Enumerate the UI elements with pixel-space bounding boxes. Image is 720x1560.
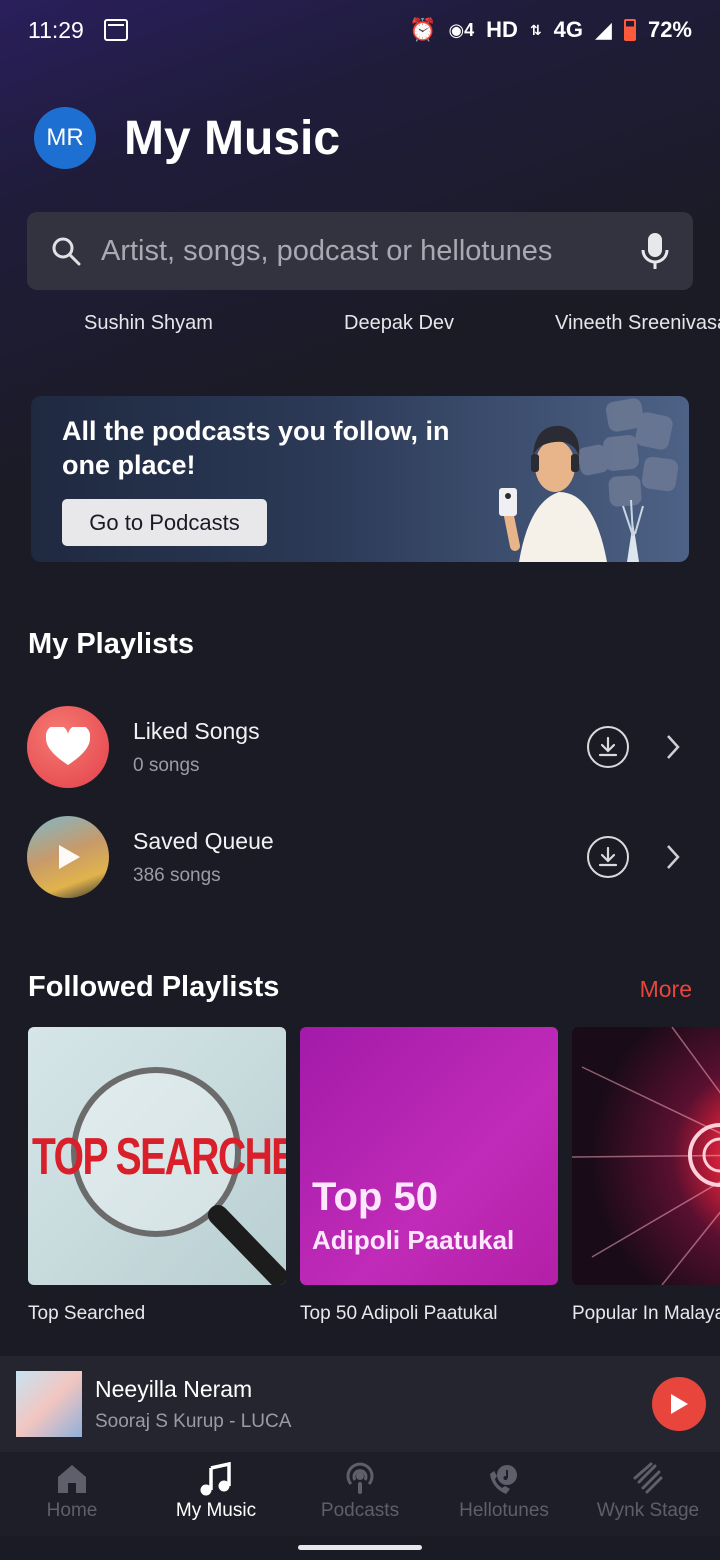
now-playing-artist: Sooraj S Kurup - LUCA — [95, 1410, 292, 1432]
signal-icon: ◢ — [595, 17, 612, 42]
now-playing-song: Neeyilla Neram — [95, 1375, 253, 1402]
battery-level: 72% — [647, 17, 692, 42]
playlist-text: Liked Songs 0 songs — [133, 718, 587, 777]
home-icon — [58, 1465, 86, 1493]
play-icon — [671, 1394, 688, 1414]
popular-art — [572, 1027, 720, 1285]
card-label: Top 50 Adipoli Paatukal — [300, 1303, 498, 1324]
podcast-listener-illustration — [499, 398, 679, 562]
playlist-text: Saved Queue 386 songs — [133, 828, 587, 887]
play-button[interactable] — [652, 1377, 706, 1431]
network-label: HD — [486, 17, 518, 42]
top-50-art-line2: Adipoli Paatukal — [312, 1225, 515, 1255]
status-bar: 11:29 ⏰ ◉4 HD ⇅ 4G ◢ 72% — [0, 0, 720, 60]
data-arrows-icon: ⇅ — [529, 21, 542, 38]
nav-wynk-stage[interactable]: Wynk Stage — [576, 1452, 720, 1536]
nav-label: My Music — [175, 1500, 257, 1521]
nav-podcasts[interactable]: Podcasts — [288, 1452, 432, 1536]
banner-title: All the podcasts you follow, in one plac… — [62, 416, 450, 480]
download-icon — [598, 736, 618, 757]
playlist-card-top-50[interactable]: Top 50 Adipoli Paatukal Top 50 Adipoli P… — [300, 1027, 558, 1325]
status-icons: ⏰ ◉4 HD ⇅ 4G ◢ 72% — [409, 17, 692, 43]
nav-label: Podcasts — [320, 1500, 400, 1521]
nav-label: Home — [46, 1500, 98, 1521]
wynk-stage-icon — [633, 1462, 663, 1494]
podcast-banner[interactable]: All the podcasts you follow, in one plac… — [31, 396, 689, 562]
podcast-icon — [346, 1462, 374, 1494]
liked-songs-thumb — [27, 706, 109, 788]
search-bar[interactable] — [27, 212, 693, 290]
artist-chip[interactable]: Deepak Dev — [344, 312, 454, 335]
play-icon — [59, 845, 80, 869]
status-time: 11:29 — [28, 16, 84, 43]
go-to-podcasts-button[interactable]: Go to Podcasts — [62, 499, 267, 546]
music-burst-illustration — [572, 1027, 720, 1285]
chevron-right-icon[interactable] — [665, 843, 681, 871]
nav-label: Hellotunes — [459, 1500, 549, 1521]
artist-chip[interactable]: Sushin Shyam — [84, 312, 213, 335]
playlist-name: Saved Queue — [133, 827, 274, 854]
calendar-icon — [103, 19, 128, 41]
heart-icon — [46, 727, 90, 765]
card-label: Popular In Malayalam — [572, 1303, 720, 1324]
now-playing-artwork — [16, 1371, 82, 1437]
download-button[interactable] — [587, 726, 629, 768]
gesture-home-bar[interactable] — [298, 1545, 422, 1550]
playlist-card-popular[interactable]: Popular In Malayalam — [572, 1027, 720, 1325]
playlist-count: 0 songs — [133, 754, 200, 776]
my-playlists-title: My Playlists — [28, 628, 195, 660]
search-icon — [52, 237, 81, 266]
top-searched-art: TOP SEARCHED — [28, 1027, 286, 1285]
alarm-icon: ⏰ — [409, 17, 437, 42]
nav-home[interactable]: Home — [0, 1452, 144, 1536]
now-playing-text: Neeyilla Neram Sooraj S Kurup - LUCA — [95, 1376, 652, 1433]
mini-player[interactable]: Neeyilla Neram Sooraj S Kurup - LUCA — [0, 1356, 720, 1452]
search-input[interactable] — [101, 234, 641, 268]
top-50-art: Top 50 Adipoli Paatukal — [300, 1027, 558, 1285]
nav-label: Wynk Stage — [596, 1500, 700, 1521]
artist-chips: Sushin Shyam Deepak Dev Vineeth Sreeniva… — [0, 312, 720, 336]
top-searched-art-text: TOP SEARCHED — [32, 1128, 286, 1186]
saved-queue-thumb — [27, 816, 109, 898]
chevron-right-icon[interactable] — [665, 733, 681, 761]
phone-note-icon — [490, 1465, 517, 1494]
download-icon — [598, 846, 618, 867]
artist-chip[interactable]: Vineeth Sreenivasan — [555, 312, 720, 335]
card-label: Top Searched — [28, 1303, 146, 1324]
playlist-row-liked-songs[interactable]: Liked Songs 0 songs — [27, 705, 693, 789]
music-note-icon — [200, 1462, 231, 1496]
playlist-card-top-searched[interactable]: TOP SEARCHED Top Searched — [28, 1027, 286, 1325]
avatar[interactable]: MR — [34, 107, 96, 169]
battery-icon — [623, 19, 636, 41]
nav-my-music[interactable]: My Music — [144, 1452, 288, 1536]
page-title: My Music — [124, 111, 341, 165]
page-header: MR My Music — [34, 107, 340, 169]
more-link[interactable]: More — [640, 976, 692, 1003]
playlist-name: Liked Songs — [133, 717, 260, 744]
playlist-row-saved-queue[interactable]: Saved Queue 386 songs — [27, 815, 693, 899]
playlist-count: 386 songs — [133, 864, 221, 886]
avatar-initials: MR — [46, 124, 84, 151]
top-50-art-line1: Top 50 — [312, 1175, 438, 1219]
nav-hellotunes[interactable]: Hellotunes — [432, 1452, 576, 1536]
followed-playlists-title: Followed Playlists — [28, 971, 280, 1003]
hotspot-icon: ◉4 — [448, 19, 475, 40]
bottom-nav: Home My Music Podcasts Hellotunes Wynk S… — [0, 1452, 720, 1536]
download-button[interactable] — [587, 836, 629, 878]
microphone-icon[interactable] — [641, 232, 669, 270]
signal-label: 4G — [553, 17, 584, 42]
